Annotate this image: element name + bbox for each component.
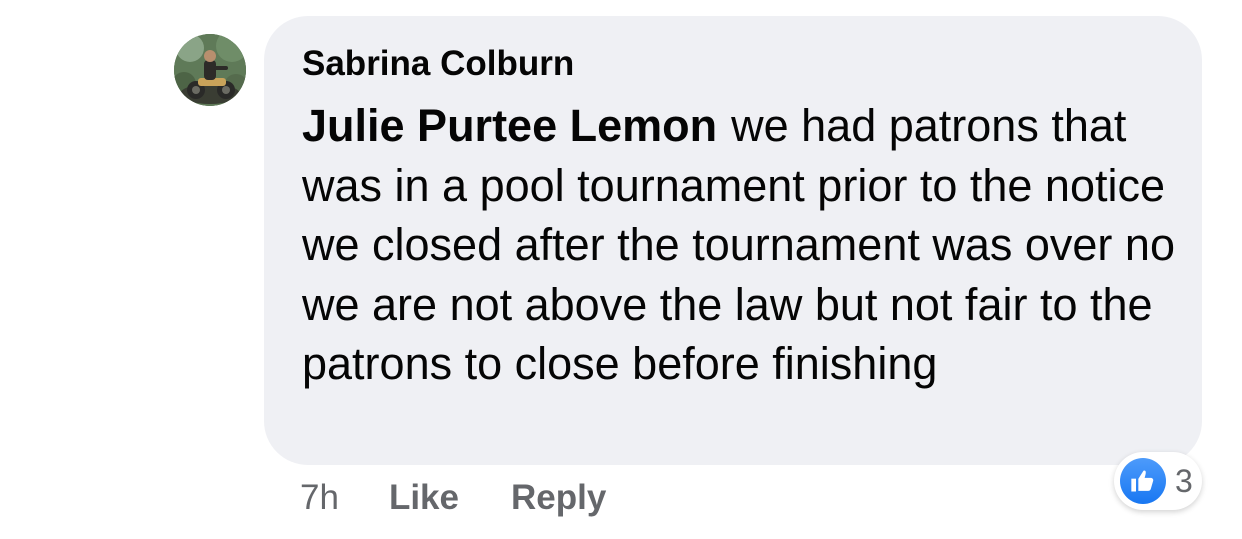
comment: Sabrina Colburn Julie Purtee Lemon we had… (0, 0, 1242, 539)
comment-author[interactable]: Sabrina Colburn (302, 42, 1172, 86)
reply-button[interactable]: Reply (511, 478, 606, 518)
avatar-photo-icon (174, 34, 246, 106)
reaction-count: 3 (1175, 462, 1193, 499)
comment-body: Julie Purtee Lemon we had patrons that wa… (302, 96, 1182, 394)
thumbs-up-icon (1120, 458, 1166, 504)
avatar[interactable] (174, 34, 246, 106)
reaction-summary[interactable]: 3 (1114, 452, 1202, 510)
comment-actions: 7h Like Reply (300, 476, 658, 520)
like-button[interactable]: Like (389, 478, 459, 518)
mention-link[interactable]: Julie Purtee Lemon (302, 100, 717, 151)
comment-bubble: Sabrina Colburn Julie Purtee Lemon we had… (264, 16, 1202, 465)
timestamp[interactable]: 7h (300, 478, 339, 518)
